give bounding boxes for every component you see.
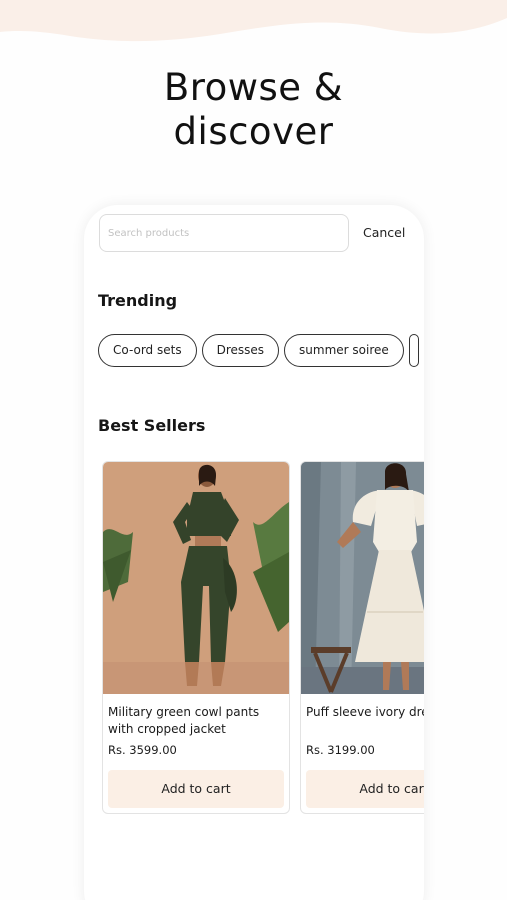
product-name[interactable]: Military green cowl pants with cropped j… [108, 704, 284, 738]
search-bar: Cancel [99, 214, 419, 252]
product-price: Rs. 3599.00 [108, 743, 177, 757]
cancel-button[interactable]: Cancel [363, 225, 405, 240]
chip-summer-soiree[interactable]: summer soiree [284, 334, 404, 367]
product-photo-green-outfit [103, 462, 289, 694]
product-name[interactable]: Puff sleeve ivory dress [306, 704, 424, 721]
headline-line-2: discover [173, 110, 334, 153]
product-card[interactable]: Puff sleeve ivory dress Rs. 3199.00 Add … [300, 461, 424, 814]
top-decorative-wave [0, 0, 507, 42]
chip-dresses[interactable]: Dresses [201, 334, 280, 367]
product-card[interactable]: Military green cowl pants with cropped j… [102, 461, 290, 814]
chip-partial[interactable] [408, 334, 419, 367]
product-price: Rs. 3199.00 [306, 743, 375, 757]
search-input[interactable] [99, 214, 349, 252]
product-photo-ivory-dress [301, 462, 424, 694]
headline-line-1: Browse & [163, 66, 344, 109]
trending-chips: Co-ord sets Dresses summer soiree [98, 334, 424, 367]
best-sellers-heading: Best Sellers [98, 416, 206, 435]
phone-frame: Cancel Trending Co-ord setsDressessummer… [84, 205, 424, 900]
best-sellers-carousel: Military green cowl pants with cropped j… [102, 461, 424, 814]
app-screen: Browse & discover Cancel Trending Co-ord… [0, 0, 507, 900]
product-image[interactable] [301, 462, 424, 694]
chip-co-ord-sets[interactable]: Co-ord sets [98, 334, 197, 367]
add-to-cart-button[interactable]: Add to cart [306, 770, 424, 808]
page-headline: Browse & discover [0, 66, 507, 154]
add-to-cart-button[interactable]: Add to cart [108, 770, 284, 808]
trending-heading: Trending [98, 291, 178, 310]
product-image[interactable] [103, 462, 289, 694]
